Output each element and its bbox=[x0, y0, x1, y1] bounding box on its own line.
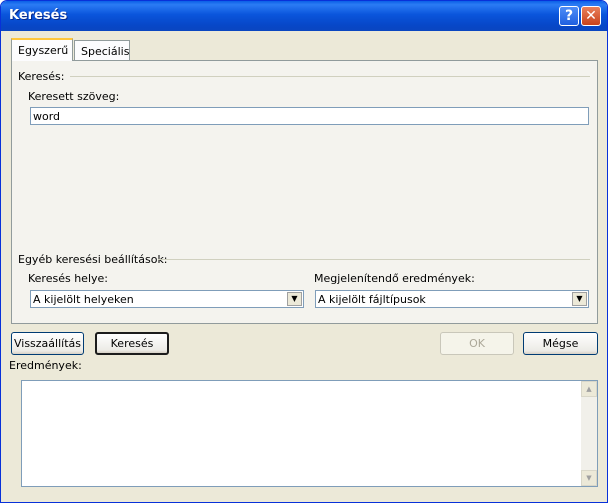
tab-egyszeru[interactable]: Egyszerű bbox=[11, 38, 73, 61]
search-location-select[interactable]: A kijelölt helyeken ▼ bbox=[30, 290, 304, 308]
reset-button[interactable]: Visszaállítás bbox=[11, 332, 84, 355]
search-button[interactable]: Keresés bbox=[95, 332, 169, 355]
search-text-label: Keresett szöveg: bbox=[28, 90, 120, 103]
results-label: Eredmények: bbox=[9, 359, 82, 372]
ok-button[interactable]: OK bbox=[440, 332, 514, 355]
tab-panel: Keresés: Keresett szöveg: word Egyéb ker… bbox=[11, 60, 598, 324]
search-location-label: Keresés helye: bbox=[28, 272, 108, 285]
search-dialog: Keresés ? ✕ Egyszerű Speciális Keresés: … bbox=[0, 0, 608, 503]
close-icon[interactable]: ✕ bbox=[581, 6, 601, 26]
results-type-value: A kijelölt fájltípusok bbox=[318, 293, 426, 306]
chevron-down-icon[interactable]: ▼ bbox=[287, 292, 302, 306]
group-divider bbox=[158, 259, 590, 260]
group-divider bbox=[70, 76, 590, 77]
scroll-up-icon[interactable]: ▲ bbox=[581, 381, 597, 397]
search-location-value: A kijelölt helyeken bbox=[33, 293, 134, 306]
other-options-label: Egyéb keresési beállítások: bbox=[18, 253, 168, 266]
results-type-label: Megjelenítendő eredmények: bbox=[314, 272, 475, 285]
results-list[interactable]: ▲ ▼ bbox=[21, 380, 598, 487]
search-group-label: Keresés: bbox=[18, 70, 65, 83]
results-type-select[interactable]: A kijelölt fájltípusok ▼ bbox=[315, 290, 589, 308]
window-title: Keresés bbox=[9, 8, 68, 23]
tab-specialis[interactable]: Speciális bbox=[74, 40, 130, 61]
chevron-down-icon[interactable]: ▼ bbox=[572, 292, 587, 306]
results-scrollbar[interactable]: ▲ ▼ bbox=[581, 381, 597, 486]
search-text-input[interactable]: word bbox=[30, 107, 589, 125]
cancel-button[interactable]: Mégse bbox=[523, 332, 598, 355]
scroll-down-icon[interactable]: ▼ bbox=[581, 470, 597, 486]
help-icon[interactable]: ? bbox=[559, 6, 579, 26]
title-bar[interactable]: Keresés ? ✕ bbox=[1, 1, 607, 31]
